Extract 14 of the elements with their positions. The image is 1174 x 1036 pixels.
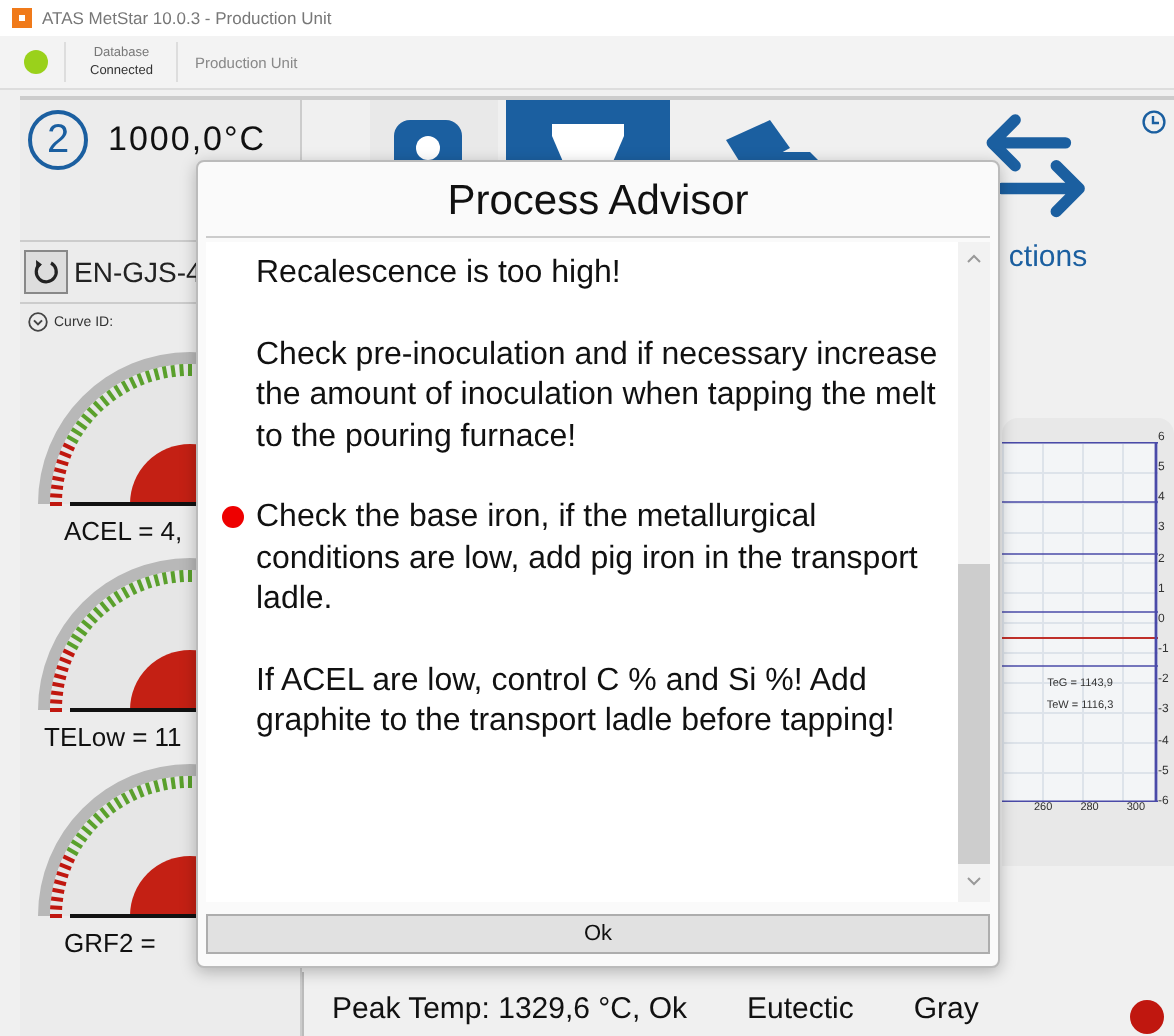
window-title: ATAS MetStar 10.0.3 - Production Unit: [42, 8, 332, 28]
status-text: Gray: [913, 991, 979, 1025]
gauge-value: GRF2 =: [62, 928, 156, 958]
status-text: Peak Temp: 1329,6 °C, Ok: [332, 991, 687, 1025]
gauge-value: ACEL = 4,: [62, 516, 183, 546]
advice-text: If ACEL are low, control C % and Si %! Add graphite to the transport ladle before tapping!: [256, 661, 897, 742]
dialog-title: Process Advisor: [206, 162, 990, 238]
temperature-reading: 1000,0°C: [108, 120, 267, 160]
station-number: 2: [28, 110, 88, 170]
advice-text: Check pre-inoculation and if necessary increase the amount of inoculation when tapping the melt to the pouring furnace!: [256, 335, 940, 457]
advice-text: Recalescence is too high!: [256, 254, 623, 294]
advice-text: Check the base iron, if the metallurgical conditions are low, add pig iron in the transport ladle.: [256, 498, 920, 620]
gauge-value: TELow = 11: [42, 722, 182, 752]
status-text: Eutectic: [746, 991, 854, 1025]
